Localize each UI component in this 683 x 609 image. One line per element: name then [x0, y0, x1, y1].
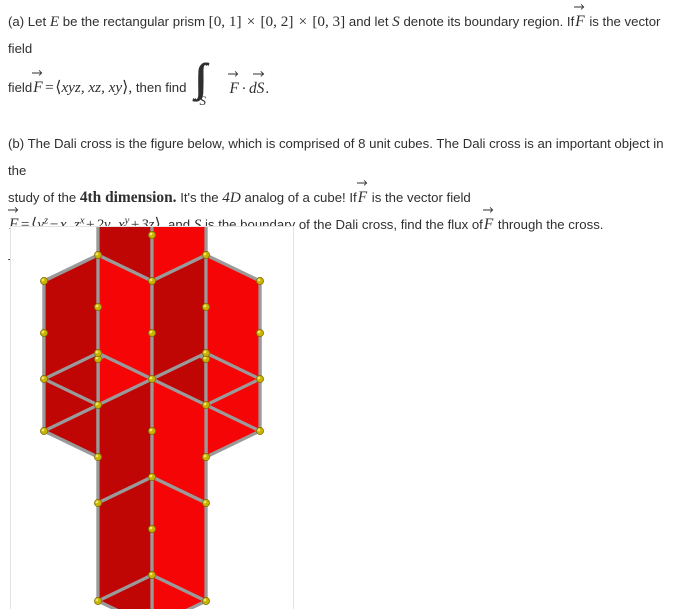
field-components: xyz, xz, xy [61, 79, 123, 96]
part-a-paragraph: (a) Let E be the rectangular prism [0, 1… [8, 3, 673, 62]
vertex-sphere [202, 597, 210, 605]
vertex-sphere [202, 499, 210, 507]
part-b-text-2-mid: It's the [180, 190, 219, 205]
part-b-text-2-pre: study of the [8, 190, 77, 205]
integral-subscript: S [199, 93, 206, 108]
dali-cross-svg [40, 227, 264, 609]
part-a-integrand: F · dS. [228, 71, 270, 102]
vertex-sphere [202, 303, 210, 311]
part-b-label: (b) [8, 136, 25, 151]
vertex-sphere [148, 525, 156, 533]
vertex-sphere [256, 427, 264, 435]
vertex-sphere [256, 329, 264, 337]
part-a-text-1: Let [27, 14, 47, 29]
vector-F-integrand: F [228, 71, 239, 102]
vertex-sphere [148, 473, 156, 481]
vertex-sphere [40, 427, 48, 435]
vertex-sphere [148, 571, 156, 579]
part-b-line-2: study of the 4th dimension. It's the 4D … [8, 179, 673, 211]
vertex-sphere [94, 597, 102, 605]
vector-arrow-icon [574, 3, 585, 10]
part-b-text-3-end: through the cross. [497, 217, 604, 232]
part-a-formula-line: field F =⟨xyz, xz, xy⟩, then find ∫∫ S F · dS. [8, 58, 673, 109]
vertex-sphere [94, 349, 102, 357]
equals-sign: = [45, 79, 54, 96]
vertex-sphere [256, 375, 264, 383]
symbol-S: S [392, 13, 400, 30]
vertex-sphere [94, 251, 102, 259]
fourth-dimension-emphasis: 4th dimension. [79, 189, 177, 206]
four-d-symbol: 4D [222, 189, 241, 206]
vector-dS: dS [248, 71, 265, 102]
dot-product-operator: · [241, 80, 247, 98]
part-a-field-word: field [8, 80, 33, 95]
interval-2: [0, 2] [260, 13, 294, 30]
times-sign-2: × [298, 13, 308, 30]
vertex-sphere [94, 401, 102, 409]
vector-F-flux: F [482, 206, 494, 238]
vertex-sphere [148, 231, 156, 239]
part-a-text-3: and let [348, 14, 389, 29]
vector-F: F [574, 3, 585, 35]
comma: , [128, 79, 133, 96]
vertex-sphere [148, 277, 156, 285]
vertex-sphere [148, 375, 156, 383]
field-b-c2-exponent: x [79, 215, 85, 227]
vertex-sphere [94, 453, 102, 461]
symbol-E: E [49, 13, 60, 30]
vertex-sphere [202, 453, 210, 461]
part-a-text-4: denote its boundary region. If [403, 14, 575, 29]
vertex-sphere [256, 277, 264, 285]
dali-cross-figure [10, 226, 294, 609]
vertex-sphere [94, 303, 102, 311]
part-a-label: (a) [8, 14, 25, 29]
integral-glyphs: ∫∫ [194, 55, 207, 100]
vector-arrow-icon [228, 70, 239, 77]
part-b-line-1: (b) The Dali cross is the figure below, … [8, 130, 673, 184]
vertex-sphere [148, 329, 156, 337]
vertex-sphere [202, 251, 210, 259]
part-b-text-2-end: is the vector field [371, 190, 471, 205]
period: . [265, 80, 270, 98]
vertex-sphere [40, 375, 48, 383]
vertex-sphere [40, 329, 48, 337]
interval-3: [0, 3] [312, 13, 346, 30]
vector-arrow-icon [32, 69, 43, 76]
vertex-sphere [40, 277, 48, 285]
vertex-sphere [148, 427, 156, 435]
times-sign-1: × [246, 13, 256, 30]
double-integral-icon: ∫∫ S [192, 58, 226, 109]
interval-1: [0, 1] [208, 13, 242, 30]
part-b-text-1: The Dali cross is the figure below, whic… [8, 136, 664, 178]
vector-arrow-icon [252, 70, 265, 77]
problem-page: (a) Let E be the rectangular prism [0, 1… [0, 0, 683, 609]
vector-F-field: F [32, 69, 43, 101]
vertex-sphere [94, 499, 102, 507]
part-b-text-2-post: analog of a cube! If [244, 190, 357, 205]
part-a-text-2: be the rectangular prism [62, 14, 205, 29]
part-a-text-6: then find [135, 80, 187, 95]
vector-F-b: F [356, 179, 368, 211]
vertex-sphere [202, 401, 210, 409]
vertex-sphere [202, 349, 210, 357]
